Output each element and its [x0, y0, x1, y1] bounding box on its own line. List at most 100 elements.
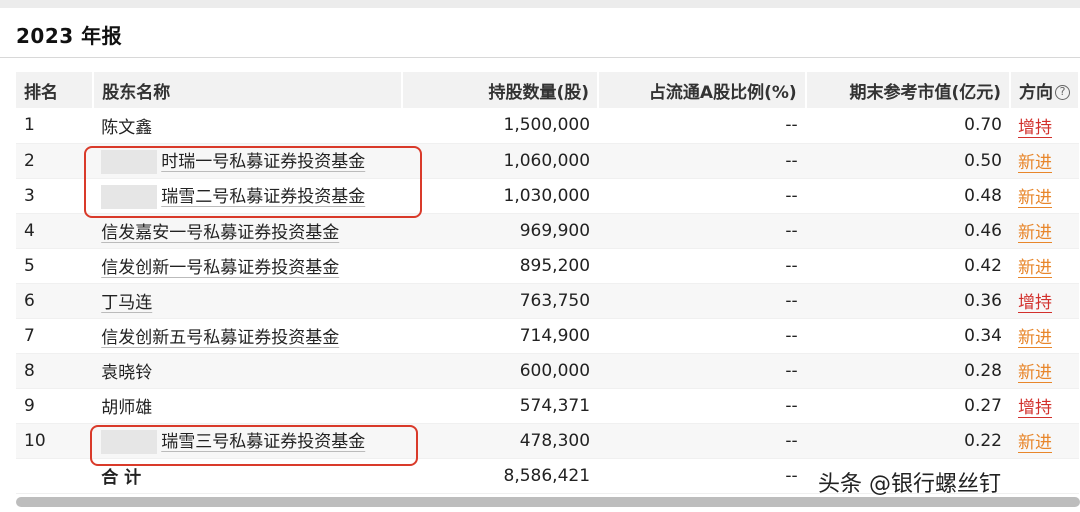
cell-direction: 增持 — [1010, 108, 1079, 144]
shareholder-name: 陈文鑫 — [101, 117, 153, 138]
total-label: 合 计 — [93, 458, 403, 494]
top-strip — [0, 0, 1080, 8]
shareholder-name-link[interactable]: 瑞雪二号私募证券投资基金 — [161, 187, 365, 207]
table-row: 7 信发创新五号私募证券投资基金 714,900 -- 0.34 新进 — [16, 318, 1079, 354]
cell-rank: 9 — [16, 388, 94, 424]
cell-direction: 增持 — [1010, 388, 1079, 424]
cell-name: 信发嘉安一号私募证券投资基金 — [93, 213, 403, 249]
question-circle-icon[interactable]: ? — [1055, 85, 1070, 100]
shareholder-name-link[interactable]: 信发嘉安一号私募证券投资基金 — [101, 223, 339, 243]
watermark: 头条 @银行螺丝钉 — [818, 472, 1001, 497]
cell-shares: 763,750 — [402, 283, 599, 319]
cell-value: 0.27 — [805, 388, 1010, 424]
cell-pct: -- — [598, 283, 806, 319]
cell-name: 信发创新一号私募证券投资基金 — [93, 248, 403, 284]
cell-direction: 新进 — [1010, 213, 1079, 249]
header-shares[interactable]: 持股数量(股) — [402, 72, 600, 108]
page: 2023 年报 排名 股东名称 持股数量(股) 占流通A股比例(%) 期末参考市… — [0, 0, 1080, 512]
cell-direction: 新进 — [1010, 423, 1079, 459]
cell-name: 陈文鑫 — [93, 108, 403, 144]
cell-value: 0.70 — [805, 108, 1010, 144]
table-row: 5 信发创新一号私募证券投资基金 895,200 -- 0.42 新进 — [16, 248, 1079, 284]
horizontal-scrollbar[interactable] — [16, 497, 1080, 507]
table-header-row: 排名 股东名称 持股数量(股) 占流通A股比例(%) 期末参考市值(亿元) 方向… — [16, 72, 1080, 108]
page-title: 2023 年报 — [16, 24, 123, 48]
header-rank: 排名 — [16, 72, 95, 108]
cell-direction-empty — [1010, 458, 1079, 494]
cell-rank: 6 — [16, 283, 94, 319]
shareholder-name-link[interactable]: 信发创新一号私募证券投资基金 — [101, 258, 339, 278]
cell-rank-empty — [16, 458, 94, 494]
redaction-box — [101, 185, 158, 209]
total-pct: -- — [598, 458, 806, 494]
cell-name: 胡师雄 — [93, 388, 403, 424]
cell-value: 0.22 — [805, 423, 1010, 459]
redaction-box — [101, 150, 158, 174]
cell-rank: 1 — [16, 108, 94, 144]
cell-pct: -- — [598, 108, 806, 144]
cell-rank: 10 — [16, 423, 94, 459]
title-bar: 2023 年报 — [0, 8, 1080, 58]
direction-link[interactable]: 增持 — [1018, 293, 1052, 313]
direction-link[interactable]: 新进 — [1018, 433, 1052, 453]
shareholder-name-link[interactable]: 信发创新五号私募证券投资基金 — [101, 328, 339, 348]
redaction-box — [101, 430, 158, 454]
direction-link[interactable]: 增持 — [1018, 398, 1052, 418]
cell-value: 0.46 — [805, 213, 1010, 249]
table-row: 2 时瑞一号私募证券投资基金 1,060,000 -- 0.50 新进 — [16, 143, 1079, 179]
direction-link[interactable]: 新进 — [1018, 258, 1052, 278]
shareholder-table: 排名 股东名称 持股数量(股) 占流通A股比例(%) 期末参考市值(亿元) 方向… — [16, 72, 1080, 494]
cell-direction: 新进 — [1010, 248, 1079, 284]
cell-shares: 574,371 — [402, 388, 599, 424]
direction-link[interactable]: 新进 — [1018, 363, 1052, 383]
header-direction-label: 方向 — [1019, 82, 1053, 103]
cell-name: 信发创新五号私募证券投资基金 — [93, 318, 403, 354]
header-value[interactable]: 期末参考市值(亿元) — [805, 72, 1012, 108]
direction-link[interactable]: 新进 — [1018, 328, 1052, 348]
cell-pct: -- — [598, 248, 806, 284]
cell-shares: 600,000 — [402, 353, 599, 389]
cell-rank: 3 — [16, 178, 94, 214]
shareholder-name-link[interactable]: 丁马连 — [101, 293, 152, 313]
cell-value: 0.42 — [805, 248, 1010, 284]
cell-rank: 8 — [16, 353, 94, 389]
shareholder-name-link[interactable]: 时瑞一号私募证券投资基金 — [161, 152, 365, 172]
table-row: 10 瑞雪三号私募证券投资基金 478,300 -- 0.22 新进 — [16, 423, 1079, 459]
cell-pct: -- — [598, 143, 806, 179]
cell-pct: -- — [598, 318, 806, 354]
direction-link[interactable]: 增持 — [1018, 118, 1052, 138]
cell-rank: 4 — [16, 213, 94, 249]
cell-shares: 1,500,000 — [402, 108, 599, 144]
cell-pct: -- — [598, 213, 806, 249]
cell-shares: 714,900 — [402, 318, 599, 354]
table-row: 9 胡师雄 574,371 -- 0.27 增持 — [16, 388, 1079, 424]
cell-value: 0.48 — [805, 178, 1010, 214]
table-row: 4 信发嘉安一号私募证券投资基金 969,900 -- 0.46 新进 — [16, 213, 1079, 249]
direction-link[interactable]: 新进 — [1018, 153, 1052, 173]
cell-name: 丁马连 — [93, 283, 403, 319]
cell-name: 袁晓铃 — [93, 353, 403, 389]
cell-direction: 新进 — [1010, 318, 1079, 354]
cell-shares: 969,900 — [402, 213, 599, 249]
table-row: 1 陈文鑫 1,500,000 -- 0.70 增持 — [16, 108, 1079, 144]
header-name: 股东名称 — [93, 72, 404, 108]
cell-value: 0.50 — [805, 143, 1010, 179]
table-row: 3 瑞雪二号私募证券投资基金 1,030,000 -- 0.48 新进 — [16, 178, 1079, 214]
cell-rank: 7 — [16, 318, 94, 354]
direction-link[interactable]: 新进 — [1018, 223, 1052, 243]
shareholder-name: 胡师雄 — [101, 398, 153, 418]
shareholder-name: 袁晓铃 — [101, 363, 153, 383]
cell-direction: 新进 — [1010, 143, 1079, 179]
direction-link[interactable]: 新进 — [1018, 188, 1052, 208]
cell-name: 瑞雪二号私募证券投资基金 — [93, 178, 403, 214]
table-row: 8 袁晓铃 600,000 -- 0.28 新进 — [16, 353, 1079, 389]
shareholder-name-link[interactable]: 瑞雪三号私募证券投资基金 — [161, 432, 365, 452]
header-pct[interactable]: 占流通A股比例(%) — [598, 72, 807, 108]
cell-direction: 新进 — [1010, 353, 1079, 389]
cell-pct: -- — [598, 388, 806, 424]
header-direction: 方向? — [1010, 72, 1080, 108]
cell-shares: 1,060,000 — [402, 143, 599, 179]
cell-shares: 478,300 — [402, 423, 599, 459]
cell-pct: -- — [598, 353, 806, 389]
cell-value: 0.28 — [805, 353, 1010, 389]
